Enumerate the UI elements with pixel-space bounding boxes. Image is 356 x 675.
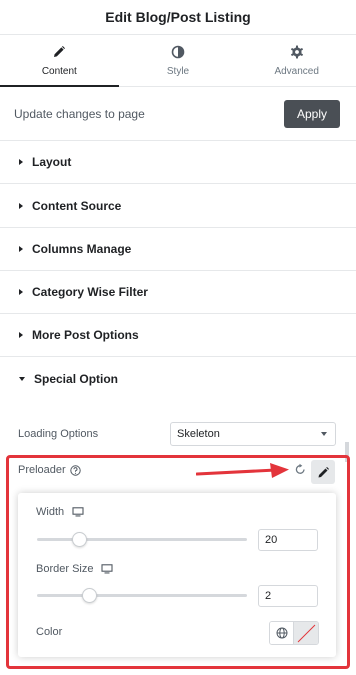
caret-right-icon [19,246,23,252]
preloader-label: Preloader [18,464,66,476]
reset-icon[interactable] [294,463,307,476]
border-size-label-group: Border Size [36,563,114,575]
tab-content-label: Content [41,65,77,77]
half-circle-icon [171,45,185,58]
tab-style-label: Style [166,65,190,77]
tab-style[interactable]: Style [119,35,238,86]
chevron-down-icon [321,432,327,436]
width-input[interactable]: 20 [258,529,318,551]
loading-options-value: Skeleton [177,428,220,440]
update-text: Update changes to page [14,106,145,121]
section-label: Category Wise Filter [32,285,148,299]
red-arrow-annotation [196,463,289,478]
color-control [269,621,319,645]
caret-right-icon [19,332,23,338]
pencil-icon [318,466,329,477]
color-label-group: Color [36,626,62,638]
section-label: More Post Options [32,328,139,342]
edit-preloader-button[interactable] [311,460,335,484]
width-slider-track[interactable] [37,532,247,547]
section-label: Layout [32,155,72,169]
section-columns-manage[interactable]: Columns Manage [0,228,356,271]
preloader-popover: Width 20 Border Size 2 Color [18,493,336,657]
border-size-label: Border Size [36,563,94,575]
no-color-slash-icon [297,624,316,643]
loading-options-row: Loading Options Skeleton [18,422,336,446]
section-content-source[interactable]: Content Source [0,185,356,228]
border-size-slider-track[interactable] [37,588,247,603]
caret-down-icon [19,376,25,381]
width-label: Width [36,506,65,518]
help-icon[interactable] [70,464,81,476]
globe-icon [276,627,287,639]
monitor-icon[interactable] [101,564,114,574]
preloader-label-group: Preloader [18,464,81,476]
apply-button[interactable]: Apply [284,99,340,128]
tab-content[interactable]: Content [0,35,119,87]
width-label-group: Width [36,506,84,518]
caret-right-icon [19,203,23,209]
loading-options-select[interactable]: Skeleton [170,422,336,446]
section-label: Special Option [34,371,119,386]
pencil-icon [54,45,66,57]
tab-bar: Content Style Advanced [0,35,356,87]
panel-header: Edit Blog/Post Listing [0,0,356,35]
section-special-option[interactable]: Special Option [0,357,356,400]
color-label: Color [36,626,63,638]
caret-right-icon [19,289,23,295]
gear-icon [290,45,303,58]
panel-title: Edit Blog/Post Listing [105,9,251,25]
update-bar: Update changes to page Apply [0,87,356,141]
section-label: Content Source [32,199,122,213]
tab-advanced[interactable]: Advanced [237,35,356,86]
section-category-filter[interactable]: Category Wise Filter [0,271,356,314]
section-more-post-options[interactable]: More Post Options [0,314,356,357]
tab-advanced-label: Advanced [274,65,319,77]
monitor-icon[interactable] [72,507,84,517]
border-size-input[interactable]: 2 [258,585,318,607]
color-swatch-button[interactable] [294,622,318,644]
width-slider-thumb[interactable] [71,532,87,547]
section-label: Columns Manage [32,242,132,256]
global-colors-button[interactable] [270,622,295,644]
section-layout[interactable]: Layout [0,141,356,184]
loading-options-label: Loading Options [18,428,99,440]
border-size-slider-thumb[interactable] [82,588,97,603]
caret-right-icon [19,159,23,165]
